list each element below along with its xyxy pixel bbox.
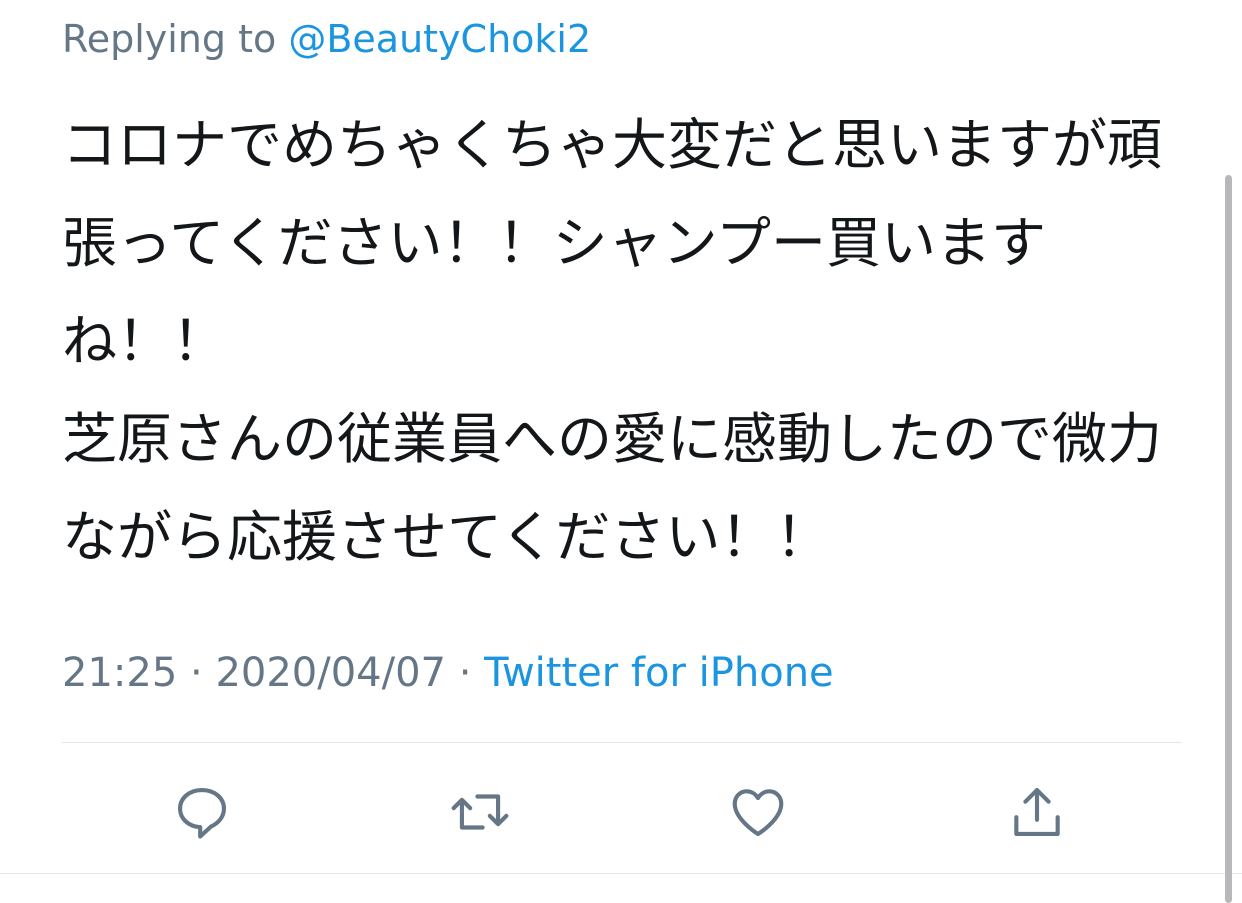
reply-button[interactable] — [162, 772, 242, 852]
like-button[interactable] — [718, 772, 798, 852]
retweet-icon — [451, 794, 509, 830]
tweet-paragraph-2: 芝原さんの従業員への愛に感動したので微力ながら応援させてください！！ — [62, 407, 1163, 569]
tweet-paragraph-1: コロナでめちゃくちゃ大変だと思いますが頑張ってください！！シャンプー買いますね！… — [62, 113, 1163, 373]
reply-handle-link[interactable]: @BeautyChoki2 — [288, 17, 591, 61]
tweet-metadata: 21:25 · 2020/04/07 · Twitter for iPhone — [62, 645, 834, 701]
meta-separator-1: · — [190, 650, 203, 696]
scrollbar[interactable] — [1225, 175, 1232, 903]
divider — [62, 742, 1182, 743]
divider — [0, 873, 1242, 874]
tweet-date: 2020/04/07 — [215, 650, 446, 696]
tweet-time: 21:25 — [62, 650, 178, 696]
share-icon — [1014, 787, 1060, 837]
tweet-source-link[interactable]: Twitter for iPhone — [484, 650, 834, 696]
retweet-button[interactable] — [440, 772, 520, 852]
reply-icon — [177, 787, 227, 839]
tweet-text: コロナでめちゃくちゃ大変だと思いますが頑張ってください！！シャンプー買いますね！… — [62, 96, 1172, 586]
share-button[interactable] — [997, 772, 1077, 852]
replying-to-label: Replying to — [62, 17, 277, 61]
meta-separator-2: · — [458, 650, 472, 696]
heart-icon — [732, 789, 784, 837]
replying-to-line: Replying to @BeautyChoki2 — [62, 12, 591, 66]
tweet-action-bar — [62, 772, 1182, 852]
